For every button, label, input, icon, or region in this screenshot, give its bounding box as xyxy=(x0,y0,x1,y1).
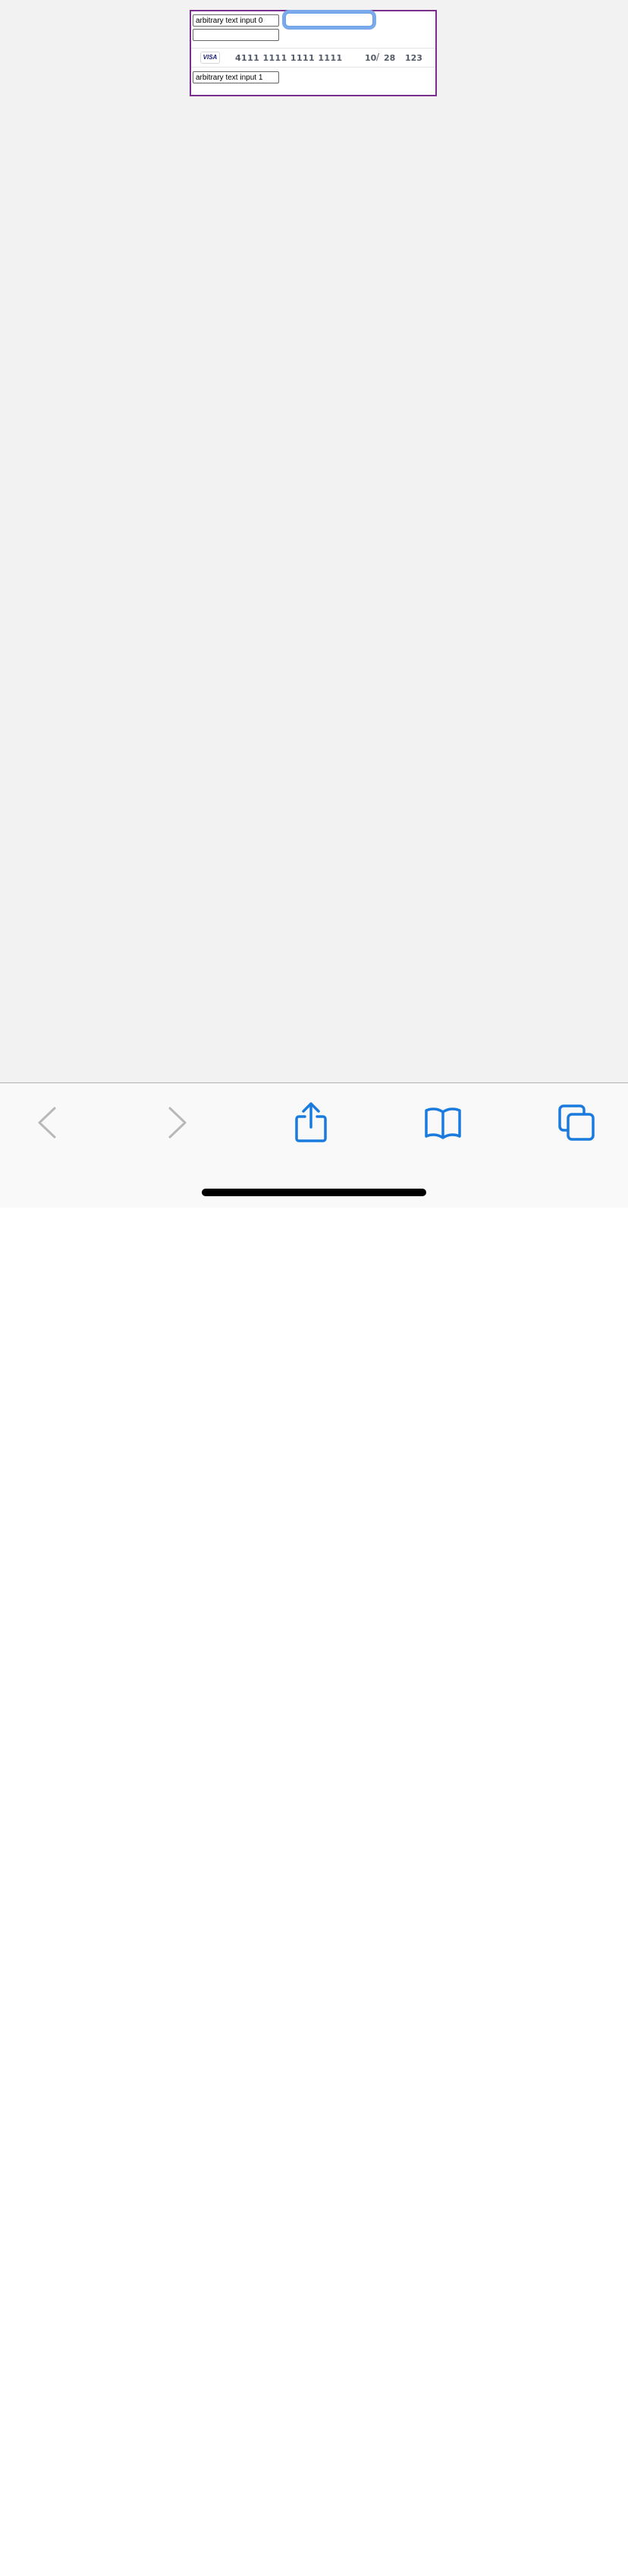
browser-toolbar xyxy=(0,1082,628,1208)
browser-viewport: VISA 4111 1111 1111 1111 10 / 28 123 xyxy=(0,0,628,1208)
focused-text-input[interactable] xyxy=(285,13,373,27)
expiry-month-field[interactable]: 10 xyxy=(365,53,376,63)
bookmarks-button[interactable] xyxy=(420,1100,466,1145)
forward-button[interactable] xyxy=(155,1100,201,1145)
expiry-year-field[interactable]: 28 xyxy=(384,53,395,63)
chevron-right-icon xyxy=(168,1107,187,1139)
share-icon xyxy=(295,1102,327,1142)
arbitrary-text-input-1[interactable] xyxy=(193,71,279,83)
payment-form-frame: VISA 4111 1111 1111 1111 10 / 28 123 xyxy=(190,10,437,96)
share-button[interactable] xyxy=(288,1100,334,1145)
tabs-button[interactable] xyxy=(554,1100,599,1145)
tabs-icon xyxy=(558,1104,595,1141)
bookmarks-icon xyxy=(425,1107,461,1139)
card-number-field[interactable]: 4111 1111 1111 1111 xyxy=(235,53,343,63)
home-indicator xyxy=(202,1189,426,1196)
chevron-left-icon xyxy=(38,1107,56,1139)
empty-text-input[interactable] xyxy=(193,29,279,41)
visa-card-icon: VISA xyxy=(200,52,220,64)
card-input-row[interactable]: VISA 4111 1111 1111 1111 10 / 28 123 xyxy=(191,48,435,68)
arbitrary-text-input-0[interactable] xyxy=(193,14,279,27)
back-button[interactable] xyxy=(24,1100,69,1145)
cvc-field[interactable]: 123 xyxy=(405,53,422,63)
expiry-separator: / xyxy=(376,52,380,62)
